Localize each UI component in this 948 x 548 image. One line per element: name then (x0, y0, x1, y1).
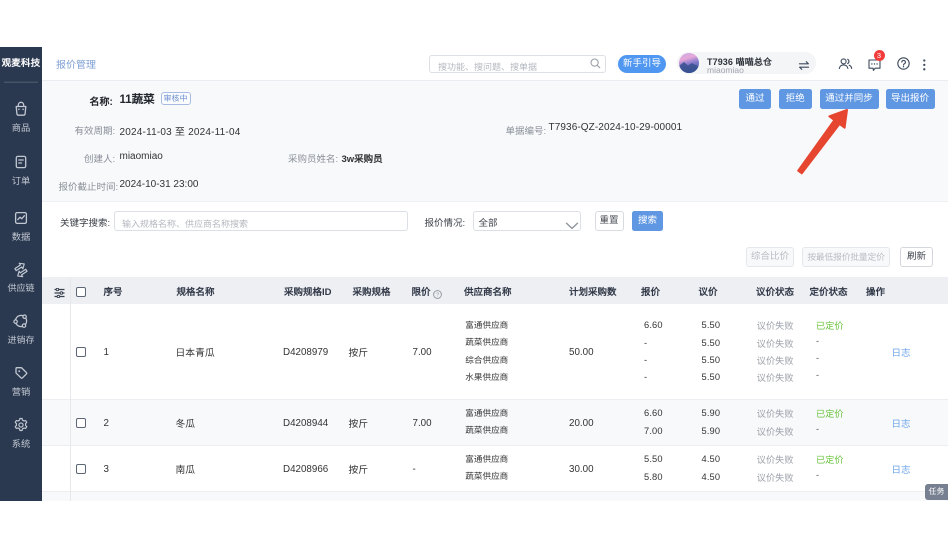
svg-text:?: ? (436, 293, 439, 299)
